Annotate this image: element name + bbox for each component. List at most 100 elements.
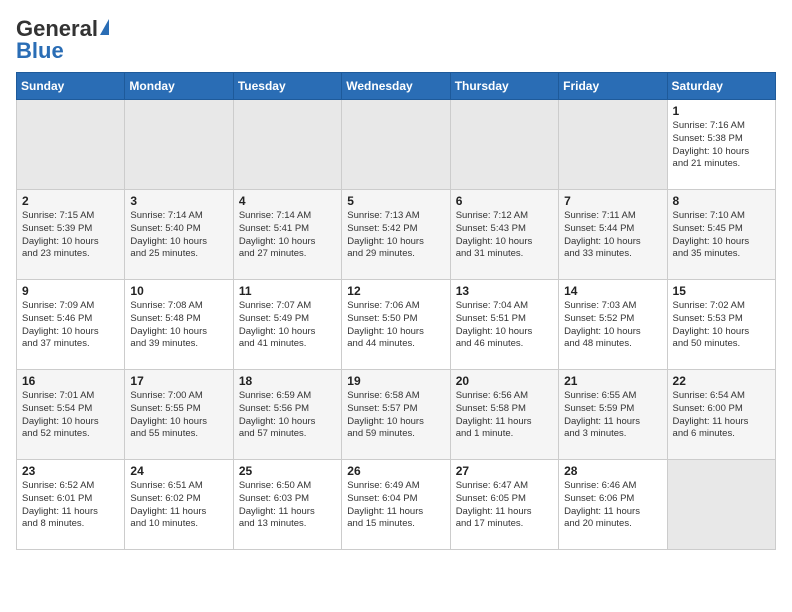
weekday-header-wednesday: Wednesday bbox=[342, 73, 450, 100]
day-info: Sunrise: 7:01 AM Sunset: 5:54 PM Dayligh… bbox=[22, 390, 99, 439]
week-row-5: 23 Sunrise: 6:52 AM Sunset: 6:01 PM Dayli… bbox=[17, 460, 776, 550]
weekday-header-sunday: Sunday bbox=[17, 73, 125, 100]
day-info: Sunrise: 6:56 AM Sunset: 5:58 PM Dayligh… bbox=[456, 390, 532, 439]
day-info: Sunrise: 7:06 AM Sunset: 5:50 PM Dayligh… bbox=[347, 300, 424, 349]
page-header: General Blue bbox=[16, 16, 776, 64]
day-info: Sunrise: 6:55 AM Sunset: 5:59 PM Dayligh… bbox=[564, 390, 640, 439]
calendar-cell: 24 Sunrise: 6:51 AM Sunset: 6:02 PM Dayli… bbox=[125, 460, 233, 550]
calendar-cell bbox=[667, 460, 775, 550]
day-info: Sunrise: 7:10 AM Sunset: 5:45 PM Dayligh… bbox=[673, 210, 750, 259]
day-info: Sunrise: 7:15 AM Sunset: 5:39 PM Dayligh… bbox=[22, 210, 99, 259]
day-number: 1 bbox=[673, 104, 770, 118]
day-info: Sunrise: 7:16 AM Sunset: 5:38 PM Dayligh… bbox=[673, 120, 750, 169]
day-number: 14 bbox=[564, 284, 661, 298]
calendar-cell: 15 Sunrise: 7:02 AM Sunset: 5:53 PM Dayli… bbox=[667, 280, 775, 370]
day-info: Sunrise: 6:51 AM Sunset: 6:02 PM Dayligh… bbox=[130, 480, 206, 529]
day-info: Sunrise: 6:54 AM Sunset: 6:00 PM Dayligh… bbox=[673, 390, 749, 439]
day-number: 3 bbox=[130, 194, 227, 208]
calendar-cell: 14 Sunrise: 7:03 AM Sunset: 5:52 PM Dayli… bbox=[559, 280, 667, 370]
day-number: 17 bbox=[130, 374, 227, 388]
day-info: Sunrise: 7:03 AM Sunset: 5:52 PM Dayligh… bbox=[564, 300, 641, 349]
calendar-cell: 27 Sunrise: 6:47 AM Sunset: 6:05 PM Dayli… bbox=[450, 460, 558, 550]
day-number: 26 bbox=[347, 464, 444, 478]
day-number: 11 bbox=[239, 284, 336, 298]
day-number: 15 bbox=[673, 284, 770, 298]
calendar-cell: 7 Sunrise: 7:11 AM Sunset: 5:44 PM Daylig… bbox=[559, 190, 667, 280]
day-number: 8 bbox=[673, 194, 770, 208]
calendar-cell: 13 Sunrise: 7:04 AM Sunset: 5:51 PM Dayli… bbox=[450, 280, 558, 370]
calendar-cell: 6 Sunrise: 7:12 AM Sunset: 5:43 PM Daylig… bbox=[450, 190, 558, 280]
calendar-cell: 17 Sunrise: 7:00 AM Sunset: 5:55 PM Dayli… bbox=[125, 370, 233, 460]
day-number: 20 bbox=[456, 374, 553, 388]
day-info: Sunrise: 7:00 AM Sunset: 5:55 PM Dayligh… bbox=[130, 390, 207, 439]
weekday-header-monday: Monday bbox=[125, 73, 233, 100]
day-number: 24 bbox=[130, 464, 227, 478]
day-info: Sunrise: 6:59 AM Sunset: 5:56 PM Dayligh… bbox=[239, 390, 316, 439]
day-number: 28 bbox=[564, 464, 661, 478]
day-info: Sunrise: 7:14 AM Sunset: 5:41 PM Dayligh… bbox=[239, 210, 316, 259]
calendar-cell: 12 Sunrise: 7:06 AM Sunset: 5:50 PM Dayli… bbox=[342, 280, 450, 370]
day-number: 16 bbox=[22, 374, 119, 388]
calendar-cell: 22 Sunrise: 6:54 AM Sunset: 6:00 PM Dayli… bbox=[667, 370, 775, 460]
day-info: Sunrise: 7:13 AM Sunset: 5:42 PM Dayligh… bbox=[347, 210, 424, 259]
calendar-cell: 21 Sunrise: 6:55 AM Sunset: 5:59 PM Dayli… bbox=[559, 370, 667, 460]
day-number: 9 bbox=[22, 284, 119, 298]
logo: General Blue bbox=[16, 16, 109, 64]
day-info: Sunrise: 7:07 AM Sunset: 5:49 PM Dayligh… bbox=[239, 300, 316, 349]
day-info: Sunrise: 7:09 AM Sunset: 5:46 PM Dayligh… bbox=[22, 300, 99, 349]
day-info: Sunrise: 7:02 AM Sunset: 5:53 PM Dayligh… bbox=[673, 300, 750, 349]
day-number: 10 bbox=[130, 284, 227, 298]
week-row-3: 9 Sunrise: 7:09 AM Sunset: 5:46 PM Daylig… bbox=[17, 280, 776, 370]
day-number: 6 bbox=[456, 194, 553, 208]
calendar-cell: 11 Sunrise: 7:07 AM Sunset: 5:49 PM Dayli… bbox=[233, 280, 341, 370]
day-info: Sunrise: 7:04 AM Sunset: 5:51 PM Dayligh… bbox=[456, 300, 533, 349]
day-info: Sunrise: 6:49 AM Sunset: 6:04 PM Dayligh… bbox=[347, 480, 423, 529]
day-number: 21 bbox=[564, 374, 661, 388]
calendar-cell bbox=[17, 100, 125, 190]
calendar-cell: 28 Sunrise: 6:46 AM Sunset: 6:06 PM Dayli… bbox=[559, 460, 667, 550]
calendar-cell bbox=[559, 100, 667, 190]
day-number: 12 bbox=[347, 284, 444, 298]
day-info: Sunrise: 6:47 AM Sunset: 6:05 PM Dayligh… bbox=[456, 480, 532, 529]
weekday-header-saturday: Saturday bbox=[667, 73, 775, 100]
day-info: Sunrise: 6:46 AM Sunset: 6:06 PM Dayligh… bbox=[564, 480, 640, 529]
calendar-cell: 18 Sunrise: 6:59 AM Sunset: 5:56 PM Dayli… bbox=[233, 370, 341, 460]
calendar-cell: 4 Sunrise: 7:14 AM Sunset: 5:41 PM Daylig… bbox=[233, 190, 341, 280]
day-number: 23 bbox=[22, 464, 119, 478]
weekday-header-thursday: Thursday bbox=[450, 73, 558, 100]
day-number: 27 bbox=[456, 464, 553, 478]
day-number: 19 bbox=[347, 374, 444, 388]
calendar-cell: 25Sunrise: 6:50 AM Sunset: 6:03 PM Dayli… bbox=[233, 460, 341, 550]
logo-arrow-icon bbox=[100, 19, 109, 35]
calendar-cell bbox=[450, 100, 558, 190]
weekday-header-tuesday: Tuesday bbox=[233, 73, 341, 100]
calendar-cell bbox=[342, 100, 450, 190]
calendar-cell: 8 Sunrise: 7:10 AM Sunset: 5:45 PM Daylig… bbox=[667, 190, 775, 280]
calendar-cell: 3Sunrise: 7:14 AM Sunset: 5:40 PM Daylig… bbox=[125, 190, 233, 280]
day-info: Sunrise: 7:11 AM Sunset: 5:44 PM Dayligh… bbox=[564, 210, 641, 259]
day-number: 13 bbox=[456, 284, 553, 298]
logo-blue: Blue bbox=[16, 38, 64, 64]
week-row-4: 16 Sunrise: 7:01 AM Sunset: 5:54 PM Dayli… bbox=[17, 370, 776, 460]
day-info: Sunrise: 7:12 AM Sunset: 5:43 PM Dayligh… bbox=[456, 210, 533, 259]
calendar-cell: 2 Sunrise: 7:15 AM Sunset: 5:39 PM Daylig… bbox=[17, 190, 125, 280]
day-number: 25 bbox=[239, 464, 336, 478]
week-row-2: 2 Sunrise: 7:15 AM Sunset: 5:39 PM Daylig… bbox=[17, 190, 776, 280]
day-info: Sunrise: 6:52 AM Sunset: 6:01 PM Dayligh… bbox=[22, 480, 98, 529]
day-number: 7 bbox=[564, 194, 661, 208]
calendar-cell: 10 Sunrise: 7:08 AM Sunset: 5:48 PM Dayli… bbox=[125, 280, 233, 370]
calendar-cell: 20 Sunrise: 6:56 AM Sunset: 5:58 PM Dayli… bbox=[450, 370, 558, 460]
calendar-cell: 1 Sunrise: 7:16 AM Sunset: 5:38 PM Daylig… bbox=[667, 100, 775, 190]
day-number: 4 bbox=[239, 194, 336, 208]
day-info: Sunrise: 6:58 AM Sunset: 5:57 PM Dayligh… bbox=[347, 390, 424, 439]
day-number: 2 bbox=[22, 194, 119, 208]
week-row-1: 1 Sunrise: 7:16 AM Sunset: 5:38 PM Daylig… bbox=[17, 100, 776, 190]
calendar-cell: 5Sunrise: 7:13 AM Sunset: 5:42 PM Daylig… bbox=[342, 190, 450, 280]
day-number: 18 bbox=[239, 374, 336, 388]
day-info: Sunrise: 7:08 AM Sunset: 5:48 PM Dayligh… bbox=[130, 300, 207, 349]
day-number: 22 bbox=[673, 374, 770, 388]
calendar-cell: 23 Sunrise: 6:52 AM Sunset: 6:01 PM Dayli… bbox=[17, 460, 125, 550]
calendar-cell: 19 Sunrise: 6:58 AM Sunset: 5:57 PM Dayli… bbox=[342, 370, 450, 460]
calendar-cell bbox=[233, 100, 341, 190]
calendar-cell: 16 Sunrise: 7:01 AM Sunset: 5:54 PM Dayli… bbox=[17, 370, 125, 460]
